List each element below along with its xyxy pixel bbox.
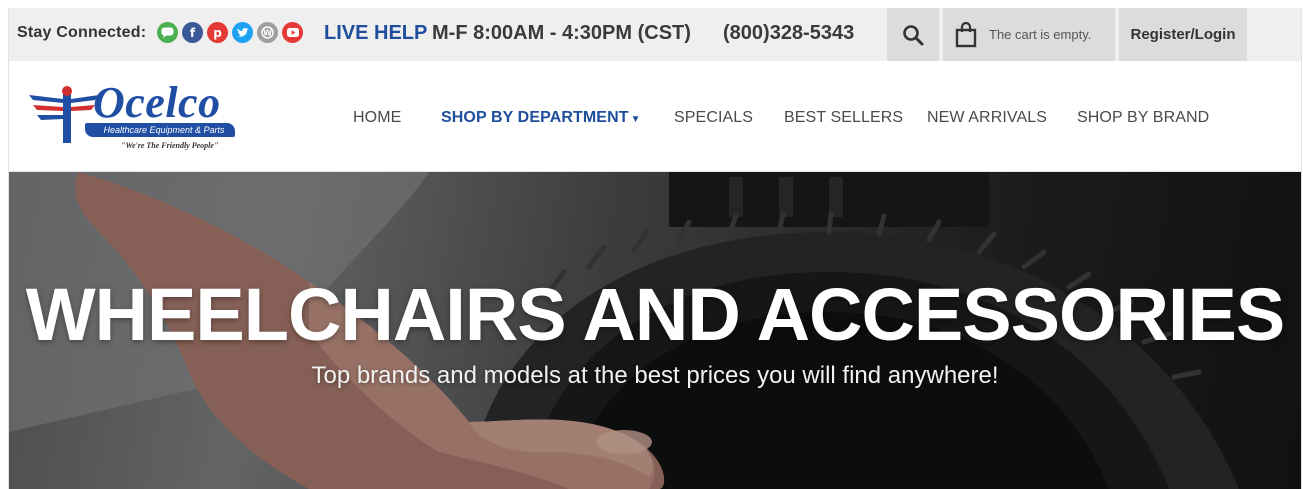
hours-text: M-F 8:00AM - 4:30PM (CST) (432, 22, 691, 44)
pinterest-icon[interactable]: p (207, 22, 228, 43)
main-navbar: Ocelco Healthcare Equipment & Parts "We'… (9, 61, 1301, 172)
ocelco-logo[interactable]: Ocelco Healthcare Equipment & Parts "We'… (29, 79, 239, 157)
hero-banner[interactable]: WHEELCHAIRS AND ACCESSORIES Top brands a… (9, 172, 1301, 489)
nav-shop-by-department-label: SHOP BY DEPARTMENT (441, 109, 629, 126)
twitter-icon[interactable] (232, 22, 253, 43)
stay-connected-label: Stay Connected: (17, 24, 147, 41)
caret-down-icon: ▼ (630, 114, 641, 125)
nav-shop-by-department[interactable]: SHOP BY DEPARTMENT ▼ (441, 109, 641, 127)
wordpress-icon[interactable]: W (257, 22, 278, 43)
hero-title: WHEELCHAIRS AND ACCESSORIES (25, 273, 1286, 356)
svg-text:W: W (263, 28, 272, 37)
cart-status: The cart is empty. (989, 27, 1092, 42)
cart-button[interactable]: The cart is empty. (943, 8, 1115, 61)
logo-subtitle: Healthcare Equipment & Parts (103, 125, 225, 135)
logo-tagline: "We're The Friendly People" (121, 141, 219, 150)
register-login-button[interactable]: Register/Login (1119, 8, 1247, 61)
nav-specials[interactable]: SPECIALS (674, 109, 753, 127)
page-frame: Stay Connected: f p W LIVE HELP M-F 8:00… (8, 8, 1302, 489)
nav-best-sellers[interactable]: BEST SELLERS (784, 109, 903, 127)
top-bar: Stay Connected: f p W LIVE HELP M-F 8:00… (9, 8, 1301, 61)
hero-subtitle: Top brands and models at the best prices… (311, 362, 999, 389)
live-help-label: LIVE HELP (324, 22, 428, 44)
search-button[interactable] (887, 8, 939, 61)
logo-wordmark: Ocelco (93, 78, 221, 127)
search-icon (903, 24, 924, 45)
nav-home[interactable]: HOME (353, 109, 401, 127)
nav-shop-by-brand[interactable]: SHOP BY BRAND (1077, 109, 1209, 127)
nav-new-arrivals[interactable]: NEW ARRIVALS (927, 109, 1047, 127)
chat-icon[interactable] (157, 22, 178, 43)
facebook-icon[interactable]: f (182, 22, 203, 43)
shopping-bag-icon (955, 21, 977, 47)
social-links: f p W (157, 22, 303, 43)
youtube-icon[interactable] (282, 22, 303, 43)
phone-number[interactable]: (800)328-5343 (723, 22, 854, 45)
